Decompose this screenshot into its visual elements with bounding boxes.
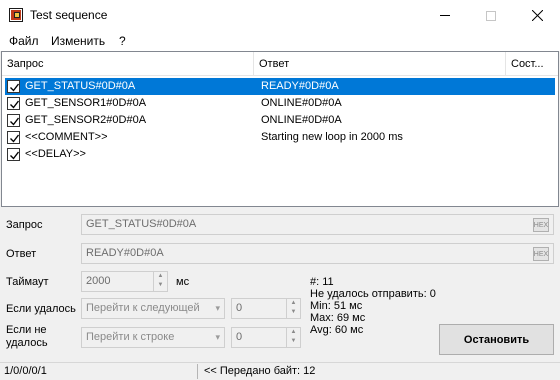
column-status[interactable]: Сост... [506,52,558,76]
row-checkbox[interactable] [7,97,20,110]
row-checkbox[interactable] [7,131,20,144]
hex-edit-icon[interactable]: HEX [533,247,549,261]
timeout-spinner[interactable]: 2000 ▲ ▼ [81,271,168,292]
request-value: GET_STATUS#0D#0A [86,218,197,230]
window-title: Test sequence [30,8,108,22]
on-success-value: Перейти к следующей [86,302,200,314]
timeout-value: 2000 [86,275,111,287]
menu-help[interactable]: ? [119,34,126,48]
list-row[interactable]: GET_STATUS#0D#0A READY#0D#0A [5,78,555,95]
chevron-down-icon: ▾ [215,303,220,313]
request-label: Запрос [6,219,43,231]
row-request: GET_SENSOR1#0D#0A [25,97,147,109]
on-fail-label-2: удалось [6,337,48,349]
title-bar: Test sequence [0,0,560,31]
stat-max: Max: 69 мс [310,312,366,324]
row-checkbox[interactable] [7,114,20,127]
stat-avg: Avg: 60 мс [310,324,364,336]
spin-down-icon[interactable]: ▼ [154,281,167,290]
timeout-label: Таймаут [6,276,49,288]
status-counters: 1/0/0/0/1 [4,365,47,377]
chevron-down-icon: ▾ [215,332,220,342]
list-header: Запрос Ответ Сост... [2,52,558,76]
list-row[interactable]: GET_SENSOR1#0D#0A ONLINE#0D#0A [5,95,555,112]
checkmark-icon [10,100,20,109]
row-request: <<DELAY>> [25,148,86,160]
close-icon [531,10,543,21]
row-response: Starting new loop in 2000 ms [261,131,403,143]
stop-button[interactable]: Остановить [439,324,554,355]
spin-down-icon[interactable]: ▼ [287,308,300,317]
on-success-label: Если удалось [6,303,76,315]
column-response[interactable]: Ответ [254,52,506,76]
menu-file[interactable]: Файл [9,34,39,48]
row-request: GET_SENSOR2#0D#0A [25,114,147,126]
on-success-select[interactable]: Перейти к следующей ▾ [81,298,225,319]
maximize-button [468,0,514,31]
on-fail-value: Перейти к строке [86,331,175,343]
column-request[interactable]: Запрос [2,52,254,76]
menu-edit[interactable]: Изменить [51,34,105,48]
response-value: READY#0D#0A [86,247,164,259]
status-bytes-sent: << Передано байт: 12 [204,365,316,377]
on-fail-select[interactable]: Перейти к строке ▾ [81,327,225,348]
row-checkbox[interactable] [7,80,20,93]
app-icon [9,8,23,22]
stat-count: #: 11 [310,276,334,288]
response-label: Ответ [6,248,37,260]
checkmark-icon [10,117,20,126]
close-button[interactable] [514,0,560,31]
on-success-line-spinner[interactable]: 0 ▲ ▼ [231,298,301,319]
list-row[interactable]: <<COMMENT>> Starting new loop in 2000 ms [5,129,555,146]
spin-up-icon[interactable]: ▲ [287,299,300,308]
checkmark-icon [10,151,20,160]
row-request: <<COMMENT>> [25,131,108,143]
stat-min: Min: 51 мс [310,300,363,312]
on-fail-line-spinner[interactable]: 0 ▲ ▼ [231,327,301,348]
list-row[interactable]: <<DELAY>> [5,146,555,163]
spin-up-icon[interactable]: ▲ [154,272,167,281]
minimize-icon [440,15,450,16]
checkmark-icon [10,134,20,143]
on-fail-label-1: Если не [6,324,47,336]
on-success-number: 0 [236,302,243,314]
row-checkbox[interactable] [7,148,20,161]
hex-edit-icon[interactable]: HEX [533,218,549,232]
row-request: GET_STATUS#0D#0A [25,80,136,92]
minimize-button[interactable] [422,0,468,31]
menu-bar: Файл Изменить ? [0,31,560,51]
row-response: READY#0D#0A [261,80,339,92]
row-response: ONLINE#0D#0A [261,114,342,126]
response-input[interactable]: READY#0D#0A [81,243,554,264]
stat-failed: Не удалось отправить: 0 [310,288,436,300]
request-input[interactable]: GET_STATUS#0D#0A [81,214,554,235]
on-fail-number: 0 [236,331,243,343]
row-response: ONLINE#0D#0A [261,97,342,109]
spin-down-icon[interactable]: ▼ [287,337,300,346]
timeout-unit: мс [176,276,190,288]
sequence-list[interactable]: Запрос Ответ Сост... GET_STATUS#0D#0A REA… [1,51,559,207]
checkmark-icon [10,83,20,92]
list-row[interactable]: GET_SENSOR2#0D#0A ONLINE#0D#0A [5,112,555,129]
status-bar: 1/0/0/0/1 << Передано байт: 12 [0,362,560,380]
statistics-panel: #: 11 Не удалось отправить: 0 Min: 51 мс… [310,276,436,336]
maximize-icon [486,10,496,21]
spin-up-icon[interactable]: ▲ [287,328,300,337]
status-separator [197,364,198,379]
